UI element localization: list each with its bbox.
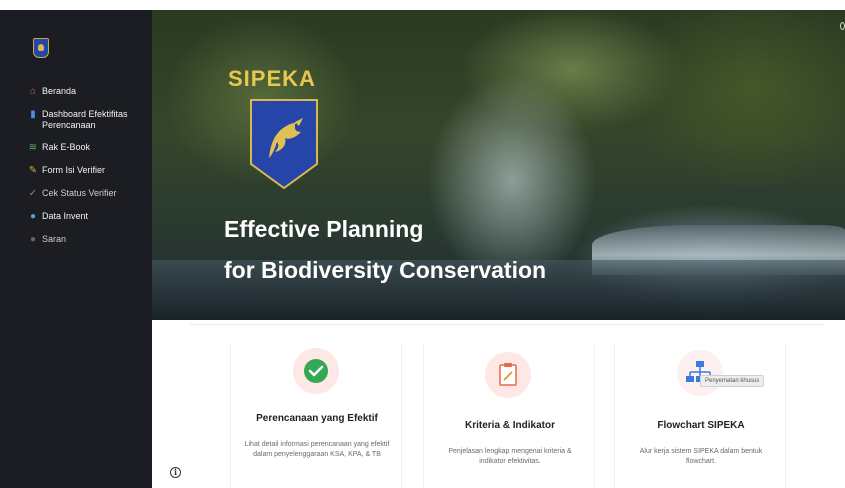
globe-icon: ●: [29, 211, 37, 222]
hero-brand: SIPEKA: [228, 66, 316, 91]
top-strip: [0, 0, 845, 10]
clipboard-icon-wrap: [485, 352, 531, 398]
card-title: Kriteria & Indikator: [464, 420, 556, 431]
card-kriteria[interactable]: Kriteria & Indikator Penjelasan lengkap …: [423, 345, 595, 488]
flowchart-icon-wrap: [677, 350, 723, 396]
sidebar-item-label: Beranda: [42, 86, 77, 96]
sidebar-item-label: Data Invent: [42, 211, 89, 221]
app-logo[interactable]: [33, 38, 49, 58]
section-divider: [190, 324, 824, 325]
card-title: Flowchart SIPEKA: [657, 420, 745, 431]
sidebar-item-label: Rak E-Book: [42, 142, 91, 152]
card-description: Alur kerja sistem SIPEKA dalam bentuk fl…: [639, 448, 763, 465]
sidebar-item-label: Cek Status Verifier: [42, 188, 117, 198]
corner-indicator-icon: [840, 22, 845, 30]
sidebar-item-data-invent[interactable]: ● Data Invent: [0, 211, 152, 223]
home-icon: ⌂: [29, 86, 37, 97]
sidebar-item-rak-ebook[interactable]: ≋ Rak E-Book: [0, 142, 152, 154]
card-description: Penjelasan lengkap mengenai kriteria & i…: [448, 448, 572, 465]
eagle-shield-logo: [250, 99, 318, 190]
check-circle-icon-wrap: [293, 348, 339, 394]
info-icon[interactable]: i: [170, 467, 181, 478]
sidebar-item-form-verifier[interactable]: ✎ Form Isi Verifier: [0, 165, 152, 177]
sidebar-item-label: Dashboard Efektifitas Perencanaan: [42, 109, 128, 130]
clipboard-icon: [499, 363, 517, 386]
check-icon: ✓: [28, 188, 38, 199]
sidebar-item-beranda[interactable]: ⌂ Beranda: [0, 86, 152, 98]
form-icon: ✎: [28, 165, 38, 176]
card-description: Lihat detail informasi perencanaan yang …: [244, 441, 390, 458]
hero-banner: SIPEKA Effective Planning for Biodiversi…: [152, 10, 845, 320]
app-page: ⌂ Beranda ▮ Dashboard Efektifitas Perenc…: [0, 0, 845, 488]
card-perencanaan[interactable]: Perencanaan yang Efektif Lihat detail in…: [230, 345, 402, 488]
sidebar: ⌂ Beranda ▮ Dashboard Efektifitas Perenc…: [0, 10, 152, 488]
sidebar-nav: ⌂ Beranda ▮ Dashboard Efektifitas Perenc…: [0, 86, 152, 257]
hero-title-line2: for Biodiversity Conservation: [224, 257, 547, 283]
tooltip: Penyematan khusus: [700, 375, 765, 387]
sidebar-item-label: Form Isi Verifier: [42, 165, 106, 175]
sidebar-item-cek-status[interactable]: ✓ Cek Status Verifier: [0, 188, 152, 200]
chart-icon: ▮: [30, 109, 36, 120]
flowchart-icon: [686, 361, 714, 382]
sidebar-item-label: Saran: [42, 234, 67, 244]
hero-title-line1: Effective Planning: [224, 216, 424, 242]
card-flowchart[interactable]: Flowchart SIPEKA Alur kerja sistem SIPEK…: [614, 345, 786, 488]
card-title: Perencanaan yang Efektif: [256, 413, 378, 424]
check-circle-icon: [304, 359, 328, 383]
sidebar-item-saran[interactable]: ● Saran: [0, 234, 152, 246]
comment-icon: ●: [29, 234, 37, 245]
books-icon: ≋: [28, 142, 38, 153]
sidebar-item-dashboard[interactable]: ▮ Dashboard Efektifitas Perencanaan: [0, 109, 152, 131]
